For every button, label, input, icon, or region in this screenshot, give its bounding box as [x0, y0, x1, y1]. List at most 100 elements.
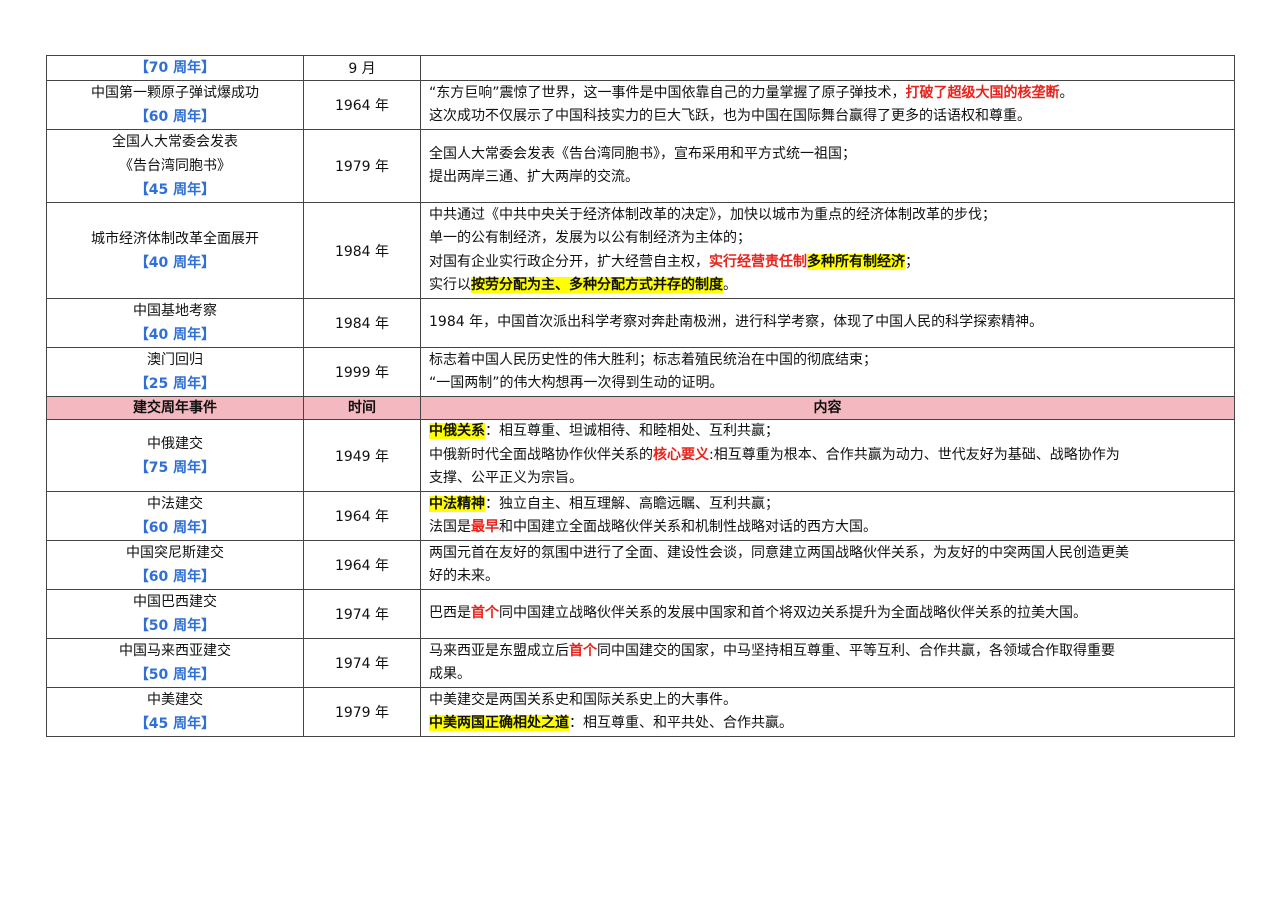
event-cell: 城市经济体制改革全面展开 【40 周年】: [46, 202, 304, 299]
highlighted-text: 多种所有制经济: [807, 253, 905, 270]
year-cell: 1964 年: [303, 540, 421, 590]
anniversary-label: 【40 周年】: [134, 327, 216, 343]
year-cell: 1974 年: [303, 589, 421, 639]
emphasis-red-text: 核心要义: [653, 446, 709, 463]
content-text: 标志着中国人民历史性的伟大胜利；标志着殖民统治在中国的彻底结束；: [429, 351, 877, 368]
content-line: 中美两国正确相处之道：相互尊重、和平共处、合作共赢。: [429, 712, 1226, 736]
event-name: 中国突尼斯建交: [126, 545, 224, 561]
anniversary-label: 【45 周年】: [134, 716, 216, 732]
content-text: :相互尊重为根本、合作共赢为动力、世代友好为基础、战略协作为: [709, 446, 1120, 463]
content-text: 成果。: [429, 666, 471, 682]
content-text: 两国元首在友好的氛围中进行了全面、建设性会谈，同意建立两国战略伙伴关系，为友好的…: [429, 544, 1129, 561]
anniversary-label: 【25 周年】: [134, 376, 216, 392]
event-cell: 中国基地考察 【40 周年】: [46, 298, 304, 348]
anniversary-events-table: 【70 周年】 9 月中国第一颗原子弹试爆成功 【60 周年】 1964 年 “东方巨响…: [46, 55, 1235, 737]
content-text: “一国两制”的伟大构想再一次得到生动的证明。: [429, 375, 724, 391]
header-content: 内容: [420, 396, 1235, 420]
anniversary-label: 【60 周年】: [134, 520, 216, 536]
content-line: 实行以按劳分配为主、多种分配方式并存的制度。: [429, 274, 1226, 298]
event-cell: 中法建交 【60 周年】: [46, 491, 304, 541]
content-line: 巴西是首个同中国建立战略伙伴关系的发展中国家和首个将双边关系提升为全面战略伙伴关…: [429, 602, 1226, 626]
table-row: 中俄建交 【75 周年】 1949 年中俄关系：相互尊重、坦诚相待、和睦相处、互利共…: [46, 419, 1235, 492]
content-line: 1984 年，中国首次派出科学考察对奔赴南极洲，进行科学考察，体现了中国人民的科…: [429, 311, 1226, 335]
event-cell: 中国突尼斯建交 【60 周年】: [46, 540, 304, 590]
content-text: 实行以: [429, 277, 471, 293]
content-line: 中法精神：独立自主、相互理解、高瞻远瞩、互利共赢；: [429, 493, 1226, 517]
event-name: 《告台湾同胞书》: [119, 158, 231, 174]
event-name: 中国基地考察: [133, 303, 217, 319]
event-name: 中美建交: [147, 692, 203, 708]
event-cell: 中国第一颗原子弹试爆成功 【60 周年】: [46, 80, 304, 130]
event-name: 城市经济体制改革全面展开: [91, 230, 259, 247]
table-row: 澳门回归 【25 周年】 1999 年标志着中国人民历史性的伟大胜利；标志着殖民统治…: [46, 347, 1235, 397]
content-cell: 两国元首在友好的氛围中进行了全面、建设性会谈，同意建立两国战略伙伴关系，为友好的…: [420, 540, 1235, 590]
anniversary-label: 【75 周年】: [134, 459, 216, 476]
emphasis-red-text: 首个: [569, 642, 597, 659]
content-text: 中共通过《中共中央关于经济体制改革的决定》，加快以城市为重点的经济体制改革的步伐…: [429, 206, 996, 223]
content-text: ：相互尊重、和平共处、合作共赢。: [569, 715, 793, 731]
event-name: 中国巴西建交: [133, 594, 217, 610]
event-cell: 中俄建交【75 周年】: [46, 419, 304, 492]
content-line: 中美建交是两国关系史和国际关系史上的大事件。: [429, 689, 1226, 713]
event-name: 全国人大常委会发表: [112, 134, 238, 150]
table-row: 中法建交 【60 周年】 1964 年中法精神：独立自主、相互理解、高瞻远瞩、互利共…: [46, 491, 1235, 541]
content-line: 好的未来。: [429, 565, 1226, 589]
emphasis-red-text: 打破了超级大国的核垄断: [905, 84, 1060, 101]
content-line: 全国人大常委会发表《告台湾同胞书》，宣布采用和平方式统一祖国；: [429, 143, 1226, 167]
content-text: “东方巨响”震惊了世界，这一事件是中国依靠自己的力量掌握了原子弹技术，: [429, 84, 906, 101]
content-text: 同中国建交的国家，中马坚持相互尊重、平等互利、合作共赢，各领域合作取得重要: [597, 642, 1115, 659]
content-cell: “东方巨响”震惊了世界，这一事件是中国依靠自己的力量掌握了原子弹技术，打破了超级…: [420, 80, 1235, 130]
content-line: 成果。: [429, 663, 1226, 687]
year-cell: 1979 年: [303, 129, 421, 203]
content-text: 中美建交是两国关系史和国际关系史上的大事件。: [429, 691, 737, 708]
highlighted-text: 中美两国正确相处之道: [429, 715, 569, 731]
content-text: 支撑、公平正义为宗旨。: [429, 470, 583, 487]
content-line: 中共通过《中共中央关于经济体制改革的决定》，加快以城市为重点的经济体制改革的步伐…: [429, 204, 1226, 228]
content-text: 巴西是: [429, 605, 471, 622]
event-name: 中俄建交: [147, 435, 203, 452]
content-text: 法国是: [429, 519, 471, 535]
table-row: 【70 周年】 9 月: [46, 55, 1235, 81]
content-cell: [420, 55, 1235, 81]
content-text: 全国人大常委会发表《告台湾同胞书》，宣布采用和平方式统一祖国；: [429, 145, 856, 162]
content-cell: 中共通过《中共中央关于经济体制改革的决定》，加快以城市为重点的经济体制改革的步伐…: [420, 202, 1235, 299]
content-cell: 巴西是首个同中国建立战略伙伴关系的发展中国家和首个将双边关系提升为全面战略伙伴关…: [420, 589, 1235, 639]
year-cell: 9 月: [303, 55, 421, 81]
table-row: 全国人大常委会发表 《告台湾同胞书》 【45 周年】 1979 年全国人大常委会发表《…: [46, 129, 1235, 203]
content-line: 提出两岸三通、扩大两岸的交流。: [429, 166, 1226, 190]
anniversary-label: 【50 周年】: [134, 618, 216, 634]
content-text: 1984 年，中国首次派出科学考察对奔赴南极洲，进行科学考察，体现了中国人民的科…: [429, 314, 1044, 331]
content-line: 单一的公有制经济，发展为以公有制经济为主体的；: [429, 227, 1226, 251]
content-cell: 1984 年，中国首次派出科学考察对奔赴南极洲，进行科学考察，体现了中国人民的科…: [420, 298, 1235, 348]
anniversary-label: 【45 周年】: [134, 182, 216, 198]
year-cell: 1964 年: [303, 80, 421, 130]
content-text: 这次成功不仅展示了中国科技实力的巨大飞跃，也为中国在国际舞台赢得了更多的话语权和…: [429, 108, 1031, 124]
content-text: 马来西亚是东盟成立后: [429, 642, 569, 659]
content-line: 对国有企业实行政企分开，扩大经营自主权，实行经营责任制多种所有制经济；: [429, 251, 1226, 275]
year-cell: 1979 年: [303, 687, 421, 737]
table-header-row: 建交周年事件 时间 内容: [46, 396, 1235, 420]
table-row: 城市经济体制改革全面展开 【40 周年】 1984 年中共通过《中共中央关于经济体制…: [46, 202, 1235, 299]
content-line: 标志着中国人民历史性的伟大胜利；标志着殖民统治在中国的彻底结束；: [429, 349, 1226, 373]
highlighted-text: 按劳分配为主、多种分配方式并存的制度: [471, 277, 723, 293]
anniversary-label: 【60 周年】: [134, 569, 216, 585]
event-cell: 【70 周年】: [46, 55, 304, 81]
content-line: 支撑、公平正义为宗旨。: [429, 467, 1226, 491]
year-cell: 1949 年: [303, 419, 421, 492]
content-cell: 中法精神：独立自主、相互理解、高瞻远瞩、互利共赢； 法国是最早和中国建立全面战略伙…: [420, 491, 1235, 541]
year-cell: 1999 年: [303, 347, 421, 397]
table-row: 中国巴西建交 【50 周年】 1974 年巴西是首个同中国建立战略伙伴关系的发展中国…: [46, 589, 1235, 639]
content-text: 。: [723, 277, 737, 293]
event-name: 中国第一颗原子弹试爆成功: [91, 85, 259, 101]
header-event: 建交周年事件: [46, 396, 304, 420]
emphasis-red-text: 首个: [471, 605, 499, 622]
event-cell: 中国马来西亚建交 【50 周年】: [46, 638, 304, 688]
content-text: 和中国建立全面战略伙伴关系和机制性战略对话的西方大国。: [499, 519, 877, 535]
content-cell: 马来西亚是东盟成立后首个同中国建交的国家，中马坚持相互尊重、平等互利、合作共赢，…: [420, 638, 1235, 688]
content-line: 法国是最早和中国建立全面战略伙伴关系和机制性战略对话的西方大国。: [429, 516, 1226, 540]
highlighted-text: 中俄关系: [429, 423, 485, 440]
event-cell: 澳门回归 【25 周年】: [46, 347, 304, 397]
year-cell: 1984 年: [303, 202, 421, 299]
table-row: 中美建交 【45 周年】 1979 年中美建交是两国关系史和国际关系史上的大事件。中…: [46, 687, 1235, 737]
event-name: 中国马来西亚建交: [119, 643, 231, 659]
